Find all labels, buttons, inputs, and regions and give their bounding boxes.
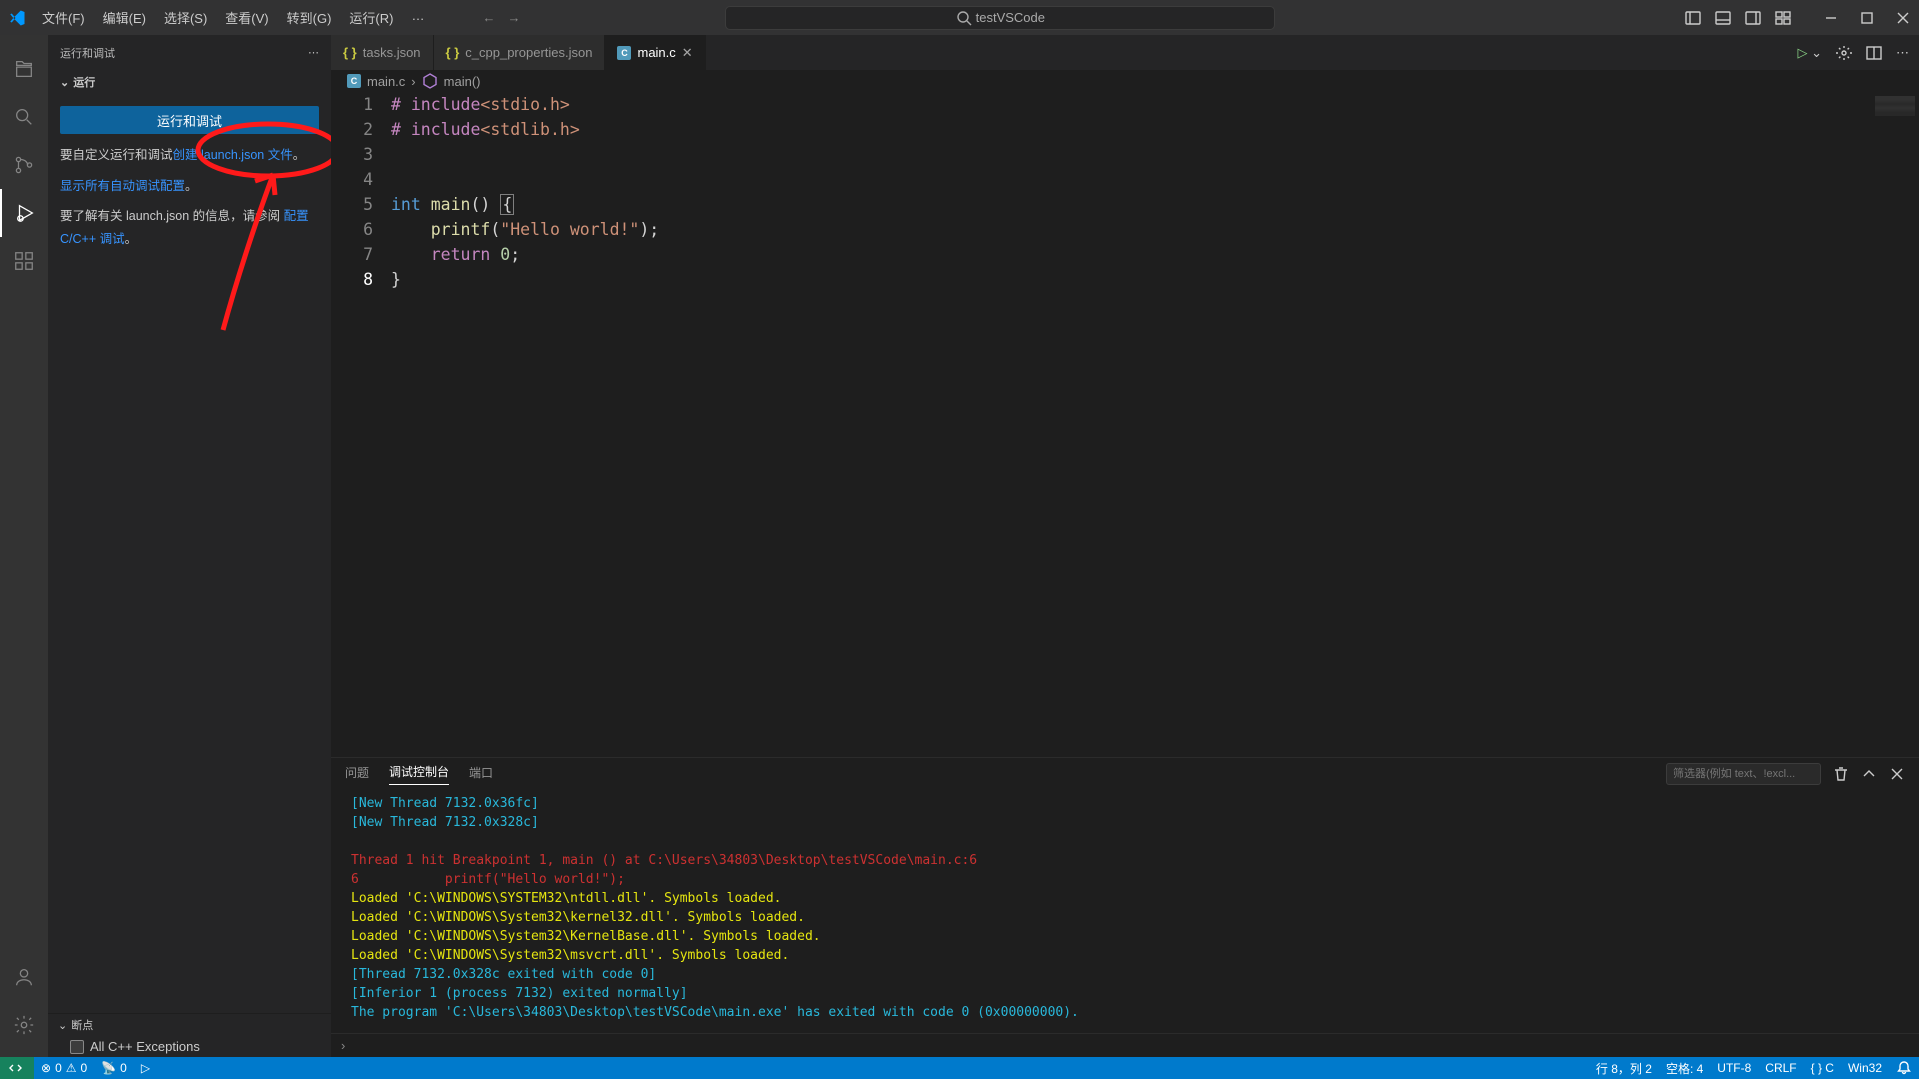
menu-item[interactable]: 查看(V) xyxy=(217,4,276,31)
status-cursor-position[interactable]: 行 8，列 2 xyxy=(1589,1057,1659,1079)
json-file-icon: { } xyxy=(446,45,460,60)
remote-icon xyxy=(9,1060,25,1076)
minimap[interactable] xyxy=(1864,92,1919,757)
antenna-icon: 📡 xyxy=(101,1061,116,1075)
code-editor[interactable]: 12345678 # include<stdio.h># include<std… xyxy=(331,92,1919,757)
maximize-icon[interactable] xyxy=(1859,10,1875,26)
panel-tab[interactable]: 端口 xyxy=(469,764,493,785)
command-center[interactable]: testVSCode xyxy=(725,6,1275,30)
tab-label: tasks.json xyxy=(363,45,421,60)
status-language[interactable]: { } C xyxy=(1804,1057,1841,1079)
sidebar-title: 运行和调试 xyxy=(60,45,115,61)
editor-tab[interactable]: Cmain.c ✕ xyxy=(605,35,705,70)
tab-label: main.c xyxy=(637,45,675,60)
panel-tab[interactable]: 调试控制台 xyxy=(389,763,449,785)
explorer-icon[interactable] xyxy=(0,45,48,93)
panel-maximize-icon[interactable] xyxy=(1861,766,1877,782)
tab-label: c_cpp_properties.json xyxy=(465,45,592,60)
editor-tab[interactable]: { } tasks.json xyxy=(331,35,434,70)
menu-item[interactable]: 选择(S) xyxy=(156,4,215,31)
menu-item[interactable]: 文件(F) xyxy=(34,4,93,31)
status-eol[interactable]: CRLF xyxy=(1758,1057,1803,1079)
layout-panel-icon[interactable] xyxy=(1715,10,1731,26)
sidebar-hint-3: 要了解有关 launch.json 的信息，请参阅 配置 C/C++ 调试。 xyxy=(48,205,331,250)
extensions-icon[interactable] xyxy=(0,237,48,285)
c-file-icon: C xyxy=(617,46,631,60)
error-icon: ⊗ xyxy=(41,1061,51,1075)
menu-item[interactable]: … xyxy=(403,4,432,31)
run-play-icon[interactable]: ▷ ⌄ xyxy=(1797,45,1822,61)
status-indent[interactable]: 空格: 4 xyxy=(1659,1057,1710,1079)
status-encoding[interactable]: UTF-8 xyxy=(1710,1057,1758,1079)
search-icon xyxy=(956,10,972,26)
status-problems[interactable]: ⊗0 ⚠0 xyxy=(34,1057,94,1079)
layout-sidebar-left-icon[interactable] xyxy=(1685,10,1701,26)
create-launch-json-link[interactable]: 创建 launch.json 文件 xyxy=(173,148,293,162)
editor-group: { } tasks.json { } c_cpp_properties.json Cma… xyxy=(331,35,1919,1057)
status-platform[interactable]: Win32 xyxy=(1841,1057,1889,1079)
run-and-debug-button[interactable]: 运行和调试 xyxy=(60,106,319,134)
menu-item[interactable]: 编辑(E) xyxy=(95,4,154,31)
status-debug-start[interactable]: ▷ xyxy=(134,1057,157,1079)
checkbox-icon[interactable] xyxy=(70,1040,84,1054)
minimize-icon[interactable] xyxy=(1823,10,1839,26)
layout-customize-icon[interactable] xyxy=(1775,10,1791,26)
panel-close-icon[interactable] xyxy=(1889,766,1905,782)
chevron-right-icon: › xyxy=(411,74,415,89)
c-file-icon: C xyxy=(347,74,361,88)
gear-icon[interactable] xyxy=(1836,45,1852,61)
activity-bar xyxy=(0,35,48,1057)
debug-console-filter-input[interactable] xyxy=(1666,763,1821,785)
accounts-icon[interactable] xyxy=(0,953,48,1001)
menu-item[interactable]: 转到(G) xyxy=(279,4,340,31)
search-activity-icon[interactable] xyxy=(0,93,48,141)
chevron-down-icon: ⌄ xyxy=(58,1019,67,1032)
json-file-icon: { } xyxy=(343,45,357,60)
vscode-logo-icon xyxy=(8,9,26,27)
source-control-icon[interactable] xyxy=(0,141,48,189)
debug-console-output[interactable]: [New Thread 7132.0x36fc][New Thread 7132… xyxy=(331,790,1919,1033)
editor-tab[interactable]: { } c_cpp_properties.json xyxy=(434,35,606,70)
sidebar-run-section[interactable]: ⌄ 运行 xyxy=(48,70,331,94)
split-editor-icon[interactable] xyxy=(1866,45,1882,61)
panel-clear-icon[interactable] xyxy=(1833,766,1849,782)
debug-console-input[interactable]: › xyxy=(331,1033,1919,1057)
tabs-bar: { } tasks.json { } c_cpp_properties.json Cma… xyxy=(331,35,1919,70)
menu-item[interactable]: 运行(R) xyxy=(341,4,401,31)
symbol-method-icon xyxy=(422,73,438,89)
debug-play-icon: ▷ xyxy=(141,1061,150,1075)
status-bar: ⊗0 ⚠0 📡0 ▷ 行 8，列 2 空格: 4 UTF-8 CRLF { } … xyxy=(0,1057,1919,1079)
window-close-icon[interactable] xyxy=(1895,10,1911,26)
command-center-text: testVSCode xyxy=(976,10,1045,25)
chevron-down-icon: ⌄ xyxy=(60,76,69,89)
settings-gear-icon[interactable] xyxy=(0,1001,48,1049)
sidebar-hint-2: 显示所有自动调试配置。 xyxy=(48,175,331,198)
close-icon[interactable]: ✕ xyxy=(682,45,693,61)
breakpoint-item[interactable]: All C++ Exceptions xyxy=(48,1036,331,1057)
breakpoints-section[interactable]: ⌄ 断点 xyxy=(48,1013,331,1036)
sidebar: 运行和调试 ⋯ ⌄ 运行 运行和调试 要自定义运行和调试创建 launch.js… xyxy=(48,35,331,1057)
remote-indicator[interactable] xyxy=(0,1057,34,1079)
sidebar-more-icon[interactable]: ⋯ xyxy=(308,46,319,59)
layout-sidebar-right-icon[interactable] xyxy=(1745,10,1761,26)
breadcrumbs[interactable]: C main.c › main() xyxy=(331,70,1919,92)
chevron-right-icon: › xyxy=(341,1038,345,1053)
sidebar-hint-1: 要自定义运行和调试创建 launch.json 文件。 xyxy=(48,144,331,167)
tab-more-icon[interactable]: ⋯ xyxy=(1896,45,1909,61)
titlebar: 文件(F)编辑(E)选择(S)查看(V)转到(G)运行(R)… ← → test… xyxy=(0,0,1919,35)
nav-forward-icon[interactable]: → xyxy=(507,10,520,25)
panel-tab[interactable]: 问题 xyxy=(345,764,369,785)
show-auto-debug-link[interactable]: 显示所有自动调试配置 xyxy=(60,179,185,193)
panel: 问题调试控制台端口 [New Thread 7132.0x36fc][New T… xyxy=(331,757,1919,1057)
bell-icon xyxy=(1896,1060,1912,1076)
status-notifications-icon[interactable] xyxy=(1889,1057,1919,1079)
status-ports[interactable]: 📡0 xyxy=(94,1057,134,1079)
nav-back-icon[interactable]: ← xyxy=(482,10,495,25)
warning-icon: ⚠ xyxy=(66,1061,77,1075)
menu-bar: 文件(F)编辑(E)选择(S)查看(V)转到(G)运行(R)… xyxy=(34,4,432,31)
run-debug-activity-icon[interactable] xyxy=(0,189,48,237)
